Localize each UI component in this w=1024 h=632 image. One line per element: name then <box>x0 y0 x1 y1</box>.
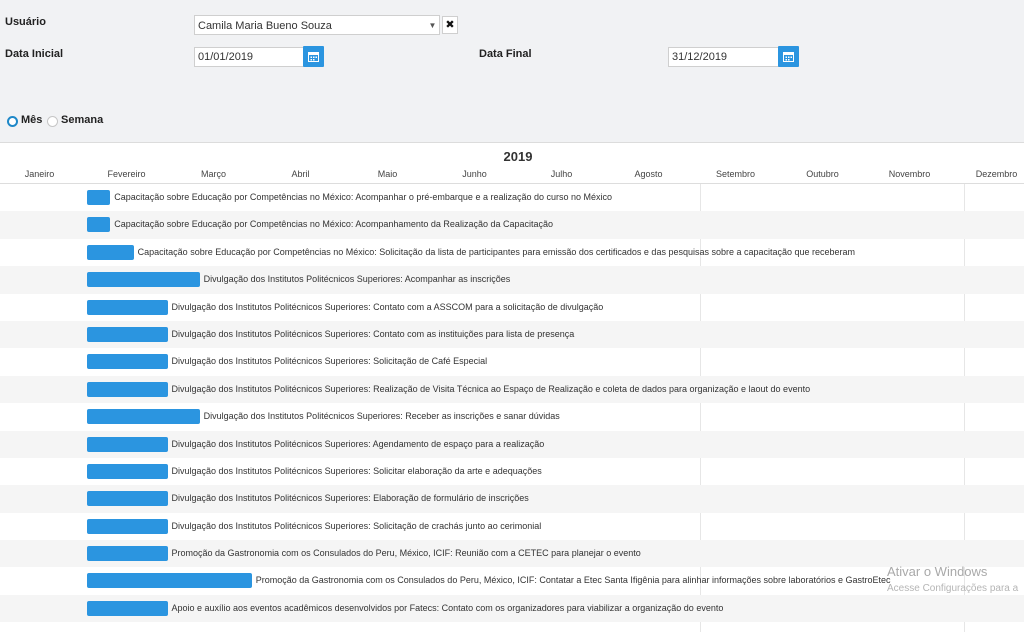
month-label: Novembro <box>888 169 931 179</box>
gantt-row: Divulgação dos Institutos Politécnicos S… <box>0 294 1024 321</box>
task-label: Capacitação sobre Educação por Competênc… <box>114 219 553 230</box>
task-bar[interactable] <box>86 463 168 479</box>
task-bar[interactable] <box>86 354 168 370</box>
gantt-rows: Capacitação sobre Educação por Competênc… <box>0 184 1024 623</box>
windows-watermark-subtitle: Acesse Configurações para a <box>887 583 1019 594</box>
month-label: Abril <box>291 169 310 179</box>
task-label: Divulgação dos Institutos Politécnicos S… <box>203 411 560 422</box>
data-inicial-calendar-button[interactable] <box>303 46 324 67</box>
month-label: Maio <box>377 169 398 179</box>
task-label: Capacitação sobre Educação por Competênc… <box>114 192 613 202</box>
task-bar[interactable] <box>86 326 168 342</box>
task-bar[interactable] <box>86 244 134 260</box>
calendar-icon <box>783 52 794 62</box>
gantt-row: Capacitação sobre Educação por Competênc… <box>0 239 1024 266</box>
gantt-row: Divulgação dos Institutos Politécnicos S… <box>0 430 1024 458</box>
radio-mes[interactable] <box>7 116 18 127</box>
task-label: Divulgação dos Institutos Politécnicos S… <box>171 383 811 394</box>
chevron-down-icon[interactable]: ▼ <box>426 15 440 35</box>
task-bar[interactable] <box>86 217 111 233</box>
task-bar[interactable] <box>86 299 168 315</box>
gantt-row: Divulgação dos Institutos Politécnicos S… <box>0 320 1024 349</box>
filter-panel: Usuário Camila Maria Bueno Souza ▼ ✖ Dat… <box>0 0 1024 143</box>
month-label: Fevereiro <box>107 169 146 179</box>
windows-watermark-title: Ativar o Windows <box>887 564 988 579</box>
gantt-row: Divulgação dos Institutos Politécnicos S… <box>0 513 1024 540</box>
gantt-row: Divulgação dos Institutos Politécnicos S… <box>0 403 1024 430</box>
gantt-row: Capacitação sobre Educação por Competênc… <box>0 211 1024 239</box>
gantt-row: Promoção da Gastronomia com os Consulado… <box>0 540 1024 568</box>
timeline-year: 2019 <box>503 149 533 164</box>
task-label: Promoção da Gastronomia com os Consulado… <box>171 548 641 559</box>
radio-semana[interactable] <box>47 116 58 127</box>
month-label: Agosto <box>634 169 663 179</box>
month-label: Setembro <box>715 169 756 179</box>
radio-mes-label[interactable]: Mês <box>21 114 42 126</box>
gantt-row: Promoção da Gastronomia com os Consulado… <box>0 567 1024 594</box>
task-label: Divulgação dos Institutos Politécnicos S… <box>171 438 545 449</box>
task-label: Divulgação dos Institutos Politécnicos S… <box>171 356 488 367</box>
data-inicial-label: Data Inicial <box>5 48 64 60</box>
task-bar[interactable] <box>86 573 252 589</box>
data-final-label: Data Final <box>479 48 532 60</box>
task-label: Divulgação dos Institutos Politécnicos S… <box>203 274 511 285</box>
gantt-row: Divulgação dos Institutos Politécnicos S… <box>0 348 1024 375</box>
data-inicial-input[interactable]: 01/01/2019 <box>194 47 304 67</box>
gantt-row: Divulgação dos Institutos Politécnicos S… <box>0 375 1024 404</box>
task-label: Apoio e auxílio aos eventos acadêmicos d… <box>171 602 724 613</box>
usuario-select[interactable]: Camila Maria Bueno Souza <box>194 15 427 35</box>
task-bar[interactable] <box>86 272 200 288</box>
month-label: Janeiro <box>24 169 55 179</box>
gantt-row: Divulgação dos Institutos Politécnicos S… <box>0 266 1024 294</box>
task-label: Divulgação dos Institutos Politécnicos S… <box>171 520 542 531</box>
month-label: Dezembro <box>975 169 1018 179</box>
task-bar[interactable] <box>86 409 200 425</box>
task-label: Divulgação dos Institutos Politécnicos S… <box>171 328 575 339</box>
task-label: Divulgação dos Institutos Politécnicos S… <box>171 301 604 312</box>
task-label: Divulgação dos Institutos Politécnicos S… <box>171 493 529 504</box>
radio-semana-label[interactable]: Semana <box>61 114 103 126</box>
clear-user-button[interactable]: ✖ <box>442 16 458 34</box>
data-final-calendar-button[interactable] <box>778 46 799 67</box>
month-label: Março <box>200 169 226 179</box>
calendar-icon <box>308 52 319 62</box>
task-bar[interactable] <box>86 600 168 616</box>
task-bar[interactable] <box>86 546 168 562</box>
task-bar[interactable] <box>86 190 111 205</box>
gantt-row: Divulgação dos Institutos Politécnicos S… <box>0 485 1024 513</box>
task-bar[interactable] <box>86 518 168 534</box>
usuario-label: Usuário <box>5 16 46 28</box>
month-label: Outubro <box>806 169 839 179</box>
gantt-row: Divulgação dos Institutos Politécnicos S… <box>0 458 1024 485</box>
month-label: Junho <box>462 169 487 179</box>
data-final-input[interactable]: 31/12/2019 <box>668 47 779 67</box>
month-label: Julho <box>550 169 573 179</box>
task-bar[interactable] <box>86 491 168 507</box>
task-label: Divulgação dos Institutos Politécnicos S… <box>171 465 542 476</box>
gantt-row: Capacitação sobre Educação por Competênc… <box>0 184 1024 211</box>
task-bar[interactable] <box>86 436 168 452</box>
gantt-row: Apoio e auxílio aos eventos acadêmicos d… <box>0 594 1024 623</box>
task-label: Promoção da Gastronomia com os Consulado… <box>255 575 891 586</box>
task-label: Capacitação sobre Educação por Competênc… <box>137 246 856 257</box>
task-bar[interactable] <box>86 381 168 397</box>
